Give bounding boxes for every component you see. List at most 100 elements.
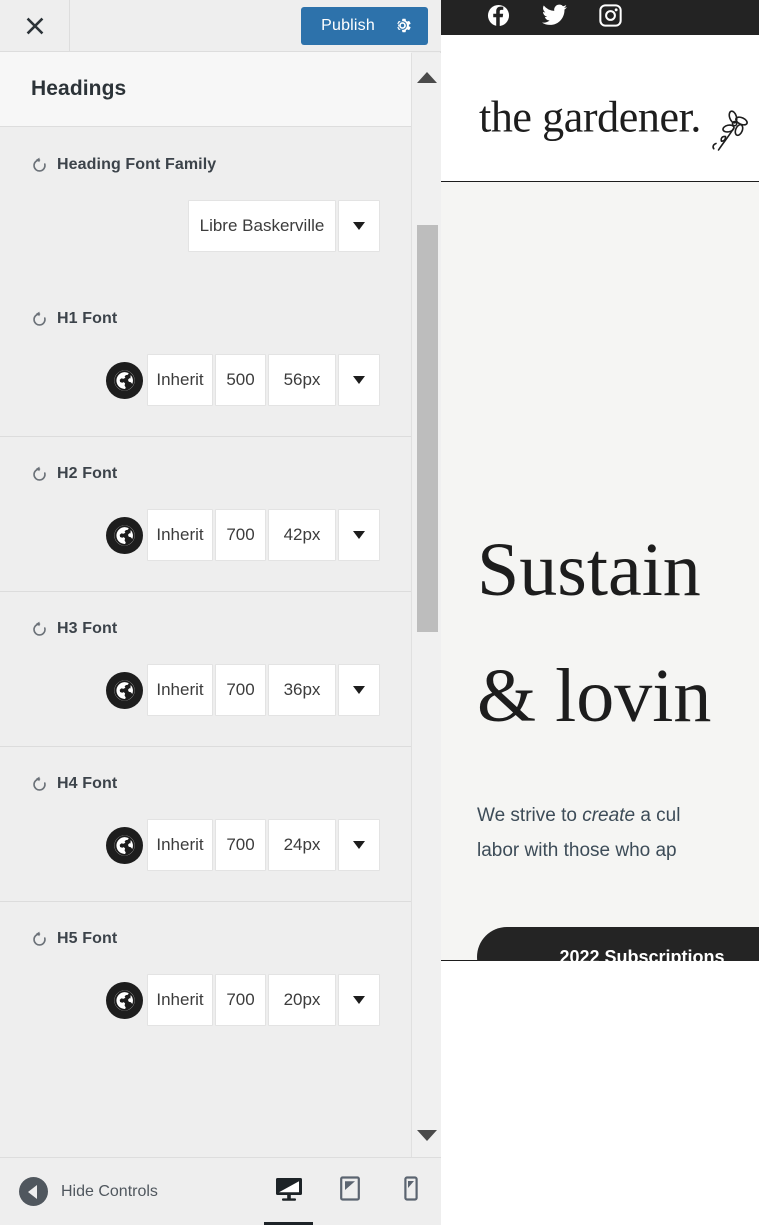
hide-controls-button[interactable]: Hide Controls	[0, 1177, 158, 1206]
hp-emphasis: create	[582, 805, 635, 826]
control-label-row: H1 Font	[31, 310, 380, 328]
control-h5-font: H5 Font Inherit 700 20px	[0, 901, 411, 1056]
control-inputs: Inherit 500 56px	[31, 354, 380, 406]
control-inputs: Libre Baskerville	[31, 200, 380, 252]
control-label-row: H3 Font	[31, 620, 380, 638]
desktop-icon	[274, 1176, 304, 1207]
globe-icon[interactable]	[106, 362, 143, 399]
scroll-down-arrow-icon[interactable]	[412, 1119, 442, 1151]
font-weight-input[interactable]: 700	[215, 509, 266, 561]
control-h2-font: H2 Font Inherit 700 42px	[0, 436, 411, 591]
facebook-icon[interactable]	[487, 4, 510, 32]
control-label: H1 Font	[57, 310, 117, 328]
twitter-icon[interactable]	[542, 4, 567, 31]
chevron-down-icon	[353, 841, 365, 849]
globe-icon[interactable]	[106, 827, 143, 864]
device-underline	[386, 1222, 435, 1225]
reset-icon[interactable]	[31, 931, 48, 948]
hero-paragraph-line2: labor with those who ap	[477, 833, 680, 868]
control-list: Heading Font Family Libre Baskerville H1…	[0, 128, 411, 1157]
section-header: Headings	[0, 52, 411, 127]
reset-icon[interactable]	[31, 311, 48, 328]
font-options-dropdown-button[interactable]	[338, 819, 380, 871]
device-mobile-button[interactable]	[380, 1158, 441, 1225]
font-family-input[interactable]: Libre Baskerville	[188, 200, 336, 252]
preview-products-section: PRODUCTS Explore	[441, 961, 759, 1225]
font-style-input[interactable]: Inherit	[147, 354, 213, 406]
globe-icon[interactable]	[106, 982, 143, 1019]
font-size-input[interactable]: 24px	[268, 819, 336, 871]
font-weight-input[interactable]: 700	[215, 664, 266, 716]
font-options-dropdown-button[interactable]	[338, 354, 380, 406]
heading-control-group: H1 Font Inherit 500 56px H2 Font Inherit…	[0, 282, 411, 1056]
device-desktop-button[interactable]	[258, 1158, 319, 1225]
font-style-input[interactable]: Inherit	[147, 974, 213, 1026]
preview-logo-bar: the gardener.	[441, 35, 759, 182]
font-style-input[interactable]: Inherit	[147, 819, 213, 871]
font-size-input[interactable]: 42px	[268, 509, 336, 561]
globe-icon[interactable]	[106, 672, 143, 709]
scroll-up-arrow-icon[interactable]	[412, 61, 442, 93]
control-inputs: Inherit 700 20px	[31, 974, 380, 1026]
close-customizer-button[interactable]	[0, 0, 70, 51]
reset-icon[interactable]	[31, 776, 48, 793]
panel-scrollbar[interactable]	[411, 53, 441, 1157]
publish-button[interactable]: Publish	[301, 7, 428, 45]
mobile-icon	[402, 1175, 420, 1208]
font-size-input[interactable]: 20px	[268, 974, 336, 1026]
instagram-icon[interactable]	[599, 4, 622, 32]
hero-paragraph: We strive to create a cul labor with tho…	[477, 798, 680, 868]
font-family-dropdown-button[interactable]	[338, 200, 380, 252]
customizer-topbar: Publish	[0, 0, 441, 52]
control-inputs: Inherit 700 24px	[31, 819, 380, 871]
font-style-input[interactable]: Inherit	[147, 509, 213, 561]
font-size-input[interactable]: 56px	[268, 354, 336, 406]
font-style-input[interactable]: Inherit	[147, 664, 213, 716]
publish-label: Publish	[321, 17, 375, 35]
font-weight-input[interactable]: 700	[215, 974, 266, 1026]
control-label-row: H4 Font	[31, 775, 380, 793]
down-triangle	[417, 1130, 437, 1141]
control-label: Heading Font Family	[57, 156, 216, 174]
control-label: H5 Font	[57, 930, 117, 948]
close-icon	[24, 15, 46, 37]
reset-icon[interactable]	[31, 466, 48, 483]
font-weight-input[interactable]: 500	[215, 354, 266, 406]
control-label: H3 Font	[57, 620, 117, 638]
device-underline	[325, 1222, 374, 1225]
font-size-input[interactable]: 36px	[268, 664, 336, 716]
control-label-row: H2 Font	[31, 465, 380, 483]
up-triangle	[417, 72, 437, 83]
hero-heading: Sustain & lovin	[477, 532, 711, 734]
reset-icon[interactable]	[31, 157, 48, 174]
font-weight-input[interactable]: 700	[215, 819, 266, 871]
hp-before: We strive to	[477, 805, 582, 826]
customizer-panel: Publish Headings	[0, 0, 441, 1225]
scrollbar-thumb[interactable]	[417, 225, 438, 632]
preview-hero-section: Sustain & lovin We strive to create a cu…	[441, 182, 759, 961]
font-options-dropdown-button[interactable]	[338, 974, 380, 1026]
publish-area: Publish	[301, 7, 441, 45]
page-title: Headings	[0, 77, 126, 101]
device-preview-switcher	[258, 1158, 441, 1225]
chevron-down-icon	[353, 996, 365, 1004]
reset-icon[interactable]	[31, 621, 48, 638]
font-options-dropdown-button[interactable]	[338, 664, 380, 716]
control-inputs: Inherit 700 36px	[31, 664, 380, 716]
chevron-down-icon	[353, 222, 365, 230]
device-tablet-button[interactable]	[319, 1158, 380, 1225]
customizer-footer: Hide Controls	[0, 1157, 441, 1225]
control-label-row: H5 Font	[31, 930, 380, 948]
site-logo[interactable]: the gardener.	[479, 92, 701, 143]
font-options-dropdown-button[interactable]	[338, 509, 380, 561]
hero-heading-line2: & lovin	[477, 658, 711, 734]
site-preview: the gardener. Su	[441, 0, 759, 1225]
control-h4-font: H4 Font Inherit 700 24px	[0, 746, 411, 901]
customizer-screen: Publish Headings	[0, 0, 759, 1225]
gear-icon[interactable]	[393, 16, 412, 35]
globe-icon[interactable]	[106, 517, 143, 554]
tablet-icon	[338, 1175, 362, 1208]
flower-doodle-icon	[709, 110, 751, 167]
control-h3-font: H3 Font Inherit 700 36px	[0, 591, 411, 746]
preview-social-bar	[441, 0, 759, 35]
